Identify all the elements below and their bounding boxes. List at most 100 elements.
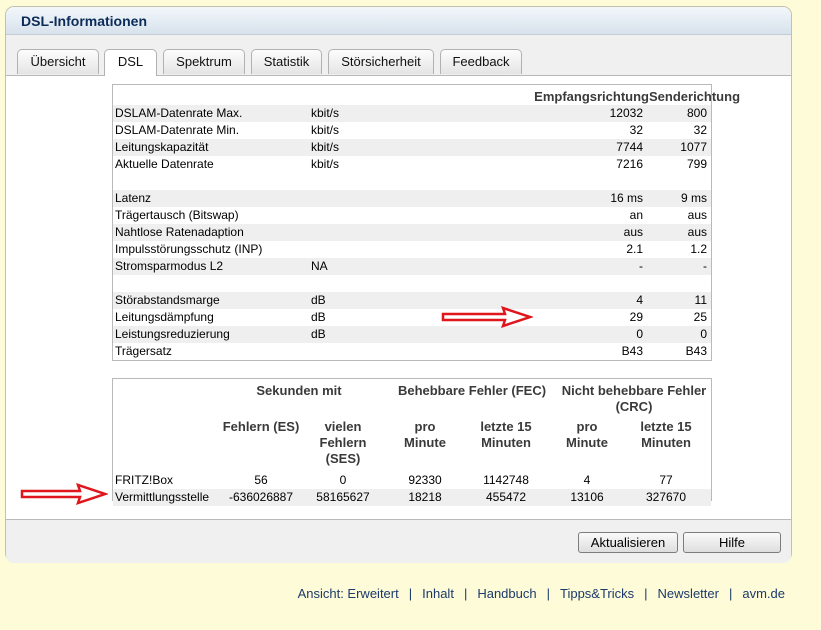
col-header-send: Senderichtung: [649, 89, 741, 104]
tab-uebersicht[interactable]: Übersicht: [17, 49, 99, 74]
tab-spektrum[interactable]: Spektrum: [163, 49, 245, 74]
error-cell-fec-min: 92330: [408, 473, 442, 487]
error-cell-fec-min: 18218: [408, 490, 442, 504]
dsl-row: Nahtlose Ratenadaption aus aus: [113, 224, 711, 241]
dsl-row-label: Stromsparmodus L2: [115, 259, 224, 273]
dsl-row: Leitungskapazität kbit/s 7744 1077: [113, 139, 711, 156]
dsl-row: Leitungsdämpfung dB 29 25: [113, 309, 711, 326]
dsl-row-unit: dB: [311, 327, 326, 341]
dsl-row: DSLAM-Datenrate Max. kbit/s 12032 800: [113, 105, 711, 122]
dsl-info-panel: DSL-Informationen Übersicht DSL Spektrum…: [5, 6, 792, 563]
error-cell-fec-15: 455472: [485, 490, 527, 504]
dsl-row-send: 25: [693, 310, 707, 324]
dsl-row-send: 32: [693, 123, 707, 137]
dsl-row-unit: NA: [311, 259, 328, 273]
error-cell-crc-min: 4: [583, 473, 591, 487]
sub-header-crc-min: pro Minute: [566, 419, 608, 450]
dsl-row-send: 0: [700, 327, 707, 341]
tab-statistik[interactable]: Statistik: [251, 49, 322, 74]
dsl-row-receive: 16 ms: [610, 191, 643, 205]
tab-bar: Übersicht DSL Spektrum Statistik Störsic…: [6, 35, 791, 76]
sub-header-crc-15: letzte 15 Minuten: [640, 419, 692, 450]
group-header-fec: Behebbare Fehler (FEC): [397, 383, 547, 398]
error-table-row: Vermittlungsstelle -636026887 58165627 1821…: [113, 489, 711, 506]
sub-header-fec-min: pro Minute: [404, 419, 446, 450]
dsl-row-send: 799: [686, 157, 707, 171]
dsl-row-label: Trägertausch (Bitswap): [115, 208, 239, 222]
dsl-row-receive: 0: [636, 327, 643, 341]
sub-header-fec-15: letzte 15 Minuten: [480, 419, 532, 450]
dsl-row: DSLAM-Datenrate Min. kbit/s 32 32: [113, 122, 711, 139]
footer-link-handbuch[interactable]: Handbuch: [477, 586, 536, 601]
dsl-row-receive: -: [639, 259, 643, 273]
group-header-crc: Nicht behebbare Fehler (CRC): [561, 383, 707, 414]
error-row-label: Vermittlungsstelle: [115, 490, 210, 504]
dsl-row-unit: kbit/s: [311, 157, 340, 171]
footer-link-inhalt[interactable]: Inhalt: [422, 586, 454, 601]
dsl-row: Aktuelle Datenrate kbit/s 7216 799: [113, 156, 711, 173]
dsl-row-label: Leitungsdämpfung: [115, 310, 214, 324]
dsl-table: Empfangsrichtung Senderichtung DSLAM-Dat…: [112, 84, 741, 361]
error-cell-fec-15: 1142748: [483, 473, 529, 487]
dsl-row-label: DSLAM-Datenrate Min.: [115, 123, 240, 137]
error-cell-es: 56: [254, 473, 268, 487]
panel-title: DSL-Informationen: [6, 7, 791, 35]
dsl-row: Stromsparmodus L2 NA - -: [113, 258, 711, 275]
footer-link-newsletter[interactable]: Newsletter: [658, 586, 719, 601]
col-header-receive: Empfangsrichtung: [534, 89, 649, 104]
dsl-row-send: 800: [686, 106, 707, 120]
dsl-row-send: 9 ms: [680, 191, 707, 205]
dsl-row-label: Nahtlose Ratenadaption: [115, 225, 244, 239]
dsl-row: Störabstandsmarge dB 4 11: [113, 292, 711, 309]
footer-links: Ansicht: Erweitert | Inhalt | Handbuch | Tipps…: [298, 586, 785, 601]
error-table: Sekunden mit Behebbare Fehler (FEC) Nich…: [112, 378, 712, 506]
dsl-row-label: DSLAM-Datenrate Max.: [115, 106, 243, 120]
error-cell-es: -636026887: [228, 490, 294, 504]
error-cell-crc-min: 13106: [570, 490, 604, 504]
footer-separator: |: [546, 586, 550, 601]
dsl-row: Latenz 16 ms 9 ms: [113, 190, 711, 207]
dsl-row: Trägersatz B43 B43: [113, 343, 711, 360]
error-cell-ses: 0: [339, 473, 347, 487]
tab-feedback[interactable]: Feedback: [440, 49, 522, 74]
footer-separator: |: [408, 586, 413, 601]
dsl-row-send: 1.2: [690, 242, 707, 256]
dsl-row-label: Trägersatz: [115, 344, 172, 358]
dsl-row-send: 1077: [680, 140, 707, 154]
dsl-row-label: Leitungskapazität: [115, 140, 209, 154]
dsl-row-receive: 32: [629, 123, 643, 137]
dsl-row-receive: aus: [623, 225, 643, 239]
dsl-row-label: Latenz: [115, 191, 152, 205]
tab-stoersicherheit[interactable]: Störsicherheit: [328, 49, 434, 74]
dsl-row-unit: kbit/s: [311, 106, 340, 120]
dsl-row-send: aus: [687, 225, 707, 239]
dsl-row-receive: B43: [621, 344, 643, 358]
tab-dsl[interactable]: DSL: [104, 49, 157, 76]
dsl-row-receive: an: [629, 208, 643, 222]
dsl-row-send: aus: [687, 208, 707, 222]
dsl-row: Impulsstörungsschutz (INP) 2.1 1.2: [113, 241, 711, 258]
dsl-row-receive: 12032: [609, 106, 643, 120]
help-button[interactable]: Hilfe: [683, 532, 781, 553]
dsl-row-label: Impulsstörungsschutz (INP): [115, 242, 263, 256]
footer-separator: |: [463, 586, 468, 601]
dsl-row-unit: kbit/s: [311, 140, 340, 154]
dsl-row-send: B43: [685, 344, 707, 358]
footer-link-ansicht[interactable]: Ansicht: Erweitert: [298, 586, 399, 601]
dsl-row-unit: dB: [311, 293, 326, 307]
dsl-row-receive: 2.1: [626, 242, 643, 256]
error-cell-ses: 58165627: [316, 490, 370, 504]
error-cell-crc-15: 77: [659, 473, 673, 487]
error-row-label: FRITZ!Box: [115, 473, 174, 487]
dsl-row: Trägertausch (Bitswap) an aus: [113, 207, 711, 224]
dsl-row-label: Aktuelle Datenrate: [115, 157, 214, 171]
dsl-row-label: Leistungsreduzierung: [115, 327, 230, 341]
footer-separator: |: [644, 586, 648, 601]
footer-link-avm[interactable]: avm.de: [742, 586, 785, 601]
red-arrow-exchange: [20, 483, 108, 505]
group-header-seconds: Sekunden mit: [256, 383, 342, 398]
footer-link-tipps[interactable]: Tipps&Tricks: [560, 586, 634, 601]
dsl-row: Leistungsreduzierung dB 0 0: [113, 326, 711, 343]
refresh-button[interactable]: Aktualisieren: [578, 532, 678, 553]
sub-header-es: Fehlern (ES): [222, 419, 300, 434]
